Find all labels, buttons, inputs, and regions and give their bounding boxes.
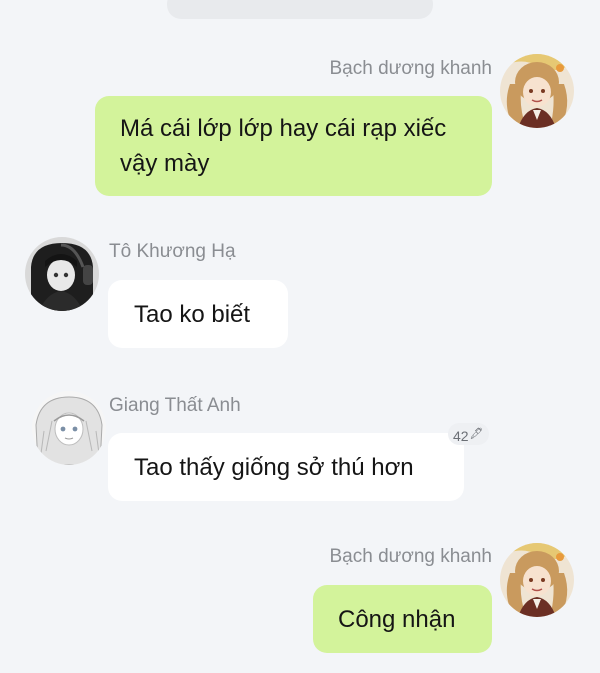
message-bubble[interactable]: Công nhận <box>313 585 492 653</box>
avatar[interactable] <box>500 543 574 617</box>
previous-message-stub <box>167 0 433 19</box>
avatar[interactable] <box>25 237 99 311</box>
sender-name: Tô Khương Hạ <box>109 241 236 262</box>
message-bubble[interactable]: Má cái lớp lớp hay cái rạp xiếc vậy mày <box>95 96 492 196</box>
reaction-count: 42 <box>453 428 469 444</box>
message-text: Má cái lớp lớp hay cái rạp xiếc vậy mày <box>120 115 447 177</box>
avatar[interactable] <box>32 391 106 465</box>
message-bubble[interactable]: Tao thấy giống sở thú hơn <box>108 433 464 501</box>
message-text: Tao ko biết <box>134 301 251 328</box>
avatar-to-khuong-ha-icon <box>25 237 99 311</box>
reaction-count-badge[interactable]: 42🖋 <box>448 423 489 445</box>
pin-icon: 🖋 <box>469 428 484 440</box>
avatar-bach-duong-khanh-icon <box>500 54 574 128</box>
avatar-giang-that-anh-icon <box>32 391 106 465</box>
sender-name: Bạch dương khanh <box>329 546 492 567</box>
sender-name: Bạch dương khanh <box>329 58 492 79</box>
message-text: Công nhận <box>338 606 456 633</box>
avatar-bach-duong-khanh-icon <box>500 543 574 617</box>
message-text: Tao thấy giống sở thú hơn <box>134 454 414 481</box>
message-bubble[interactable]: Tao ko biết <box>108 280 288 348</box>
sender-name: Giang Thất Anh <box>109 395 241 416</box>
avatar[interactable] <box>500 54 574 128</box>
